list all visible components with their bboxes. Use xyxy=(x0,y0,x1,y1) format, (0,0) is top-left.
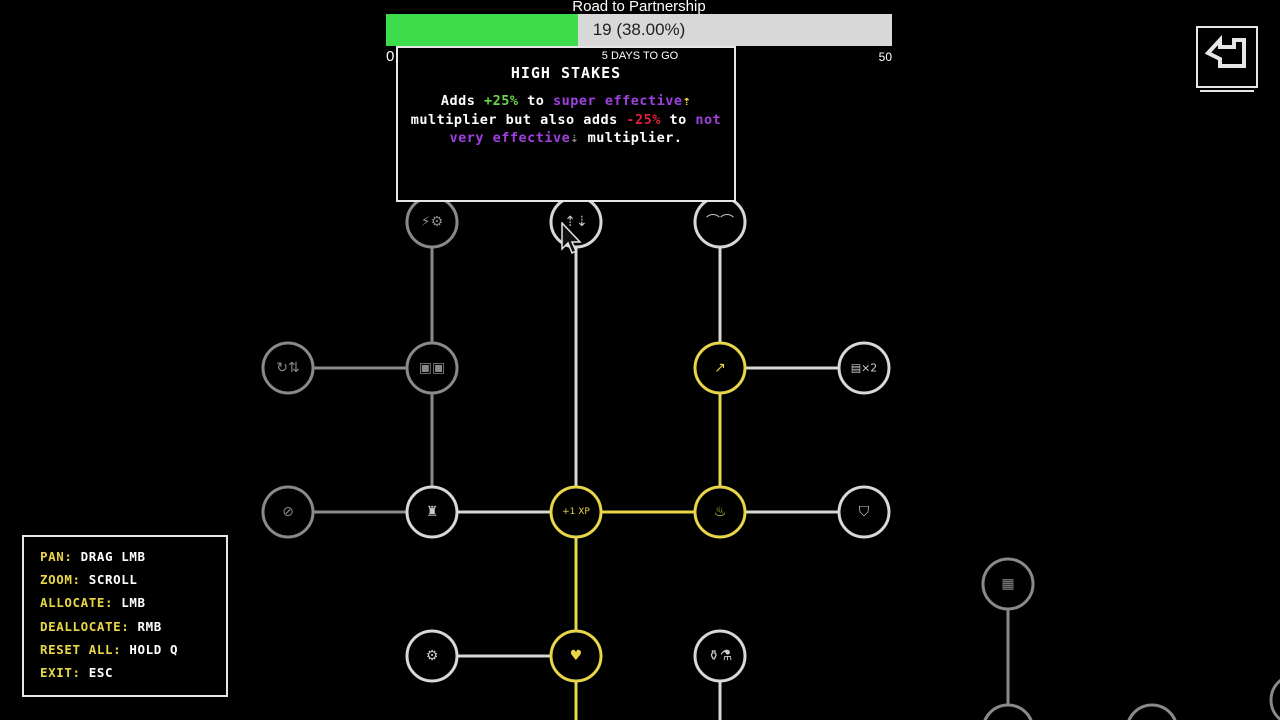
glasses-icon: ⌒⌒ xyxy=(706,214,734,230)
mouse-cursor-icon xyxy=(561,222,582,255)
progress-value: 19 (38.00%) xyxy=(592,20,686,39)
control-key: ZOOM: xyxy=(40,572,81,588)
control-row: RESET ALL: HOLD Q xyxy=(40,642,226,665)
gear-bird-icon: ⚙ xyxy=(426,648,439,664)
potions-icon: ⚱⚗ xyxy=(708,648,732,664)
swap-icon: ↻⇅ xyxy=(276,360,299,376)
tooltip-bonus-value: +25% xyxy=(484,93,519,109)
skill-node-boxes[interactable]: ▣▣ xyxy=(405,341,459,395)
skill-node-potions[interactable]: ⚱⚗ xyxy=(693,629,747,683)
tooltip-text: multiplier but also adds xyxy=(410,111,627,128)
control-key: PAN: xyxy=(40,549,73,564)
boxes-icon: ▣▣ xyxy=(419,360,445,376)
control-row: PAN: DRAG LMB xyxy=(40,549,226,572)
skill-node-gear-bird[interactable]: ⚙ xyxy=(405,629,459,683)
bolt-shield-icon: ⚡⚙ xyxy=(421,214,443,230)
back-arrow-icon xyxy=(1204,34,1246,68)
double-icon: ▤×2 xyxy=(851,362,878,375)
skill-node-no-target[interactable]: ⊘ xyxy=(261,485,315,539)
calendar-icon: ▦ xyxy=(1001,576,1014,592)
heart-icon: ♥ xyxy=(570,648,583,664)
skill-node-glasses[interactable]: ⌒⌒ xyxy=(693,195,747,249)
control-value: SCROLL xyxy=(88,572,138,588)
tooltip-super-effective: super effective xyxy=(553,93,683,109)
up-arrow-icon: ⇡ xyxy=(682,93,692,109)
skill-tooltip: HIGH STAKES Adds +25% to super effective… xyxy=(396,46,736,202)
chart-icon: ↗ xyxy=(714,360,726,376)
days-remaining: 5 DAYS TO GO xyxy=(601,50,679,62)
skill-node-heart[interactable]: ♥ xyxy=(549,629,603,683)
xp-icon: +1 XP xyxy=(562,507,590,517)
control-row: ZOOM: SCROLL xyxy=(40,572,226,595)
back-button[interactable] xyxy=(1196,26,1258,92)
pot-icon: ♨ xyxy=(714,504,727,520)
skill-node-tower[interactable]: ♜ xyxy=(405,485,459,539)
tooltip-text: to xyxy=(660,111,696,128)
skill-node-shield-split[interactable]: ⛉ xyxy=(837,485,891,539)
skill-node-swap[interactable]: ↻⇅ xyxy=(261,341,315,395)
tower-icon: ♜ xyxy=(426,504,439,520)
control-row: DEALLOCATE: RMB xyxy=(40,619,226,642)
tooltip-text: to xyxy=(518,93,554,109)
progress-title: Road to Partnership xyxy=(572,0,706,15)
split-shield-icon: ⛉ xyxy=(859,504,870,520)
control-key: ALLOCATE: xyxy=(40,595,114,611)
control-value: ESC xyxy=(88,664,114,680)
skill-node-pot[interactable]: ♨ xyxy=(693,485,747,539)
skill-node-offscreen[interactable] xyxy=(1127,703,1177,720)
tooltip-description: Adds +25% to super effective⇡ multiplier… xyxy=(406,92,726,148)
tooltip-text: Adds xyxy=(440,93,485,109)
tooltip-penalty-value: -25% xyxy=(626,111,661,128)
skill-node-calendar[interactable]: ▦ xyxy=(981,557,1035,611)
control-key: EXIT: xyxy=(40,664,81,680)
no-target-icon: ⊘ xyxy=(282,504,294,520)
skill-node-offscreen[interactable] xyxy=(983,703,1033,720)
control-value: RMB xyxy=(137,618,162,634)
control-key: DEALLOCATE: xyxy=(40,618,130,634)
skill-node-xp[interactable]: +1 XP xyxy=(549,485,603,539)
control-value: DRAG LMB xyxy=(80,549,146,564)
skill-node-double[interactable]: ▤×2 xyxy=(837,341,891,395)
tooltip-text: multiplier. xyxy=(578,130,683,146)
progress-min-label: 0 xyxy=(386,48,395,65)
skill-node-strength-defense[interactable]: ⚡⚙ xyxy=(405,195,459,249)
tree-nodes: ⚡⚙ ⇡⇣ ⌒⌒ ↻⇅ ▣▣ ↗ ▤×2 ⊘ ♜ +1 XP ♨ ⛉ ⚙ ♥ ⚱… xyxy=(261,195,1280,720)
controls-panel: PAN: DRAG LMB ZOOM: SCROLL ALLOCATE: LMB… xyxy=(22,535,228,697)
down-arrow-icon: ⇣ xyxy=(570,130,579,146)
progress-bar: 19 (38.00%) xyxy=(386,14,892,46)
control-value: HOLD Q xyxy=(129,641,179,657)
control-value: LMB xyxy=(121,595,146,611)
skill-node-offscreen[interactable] xyxy=(1269,675,1280,720)
control-row: ALLOCATE: LMB xyxy=(40,595,226,618)
skill-node-chart[interactable]: ↗ xyxy=(693,341,747,395)
tooltip-title: HIGH STAKES xyxy=(510,64,622,82)
progress-max-label: 50 xyxy=(878,50,892,64)
control-key: RESET ALL: xyxy=(40,641,122,657)
control-row: EXIT: ESC xyxy=(40,665,226,688)
